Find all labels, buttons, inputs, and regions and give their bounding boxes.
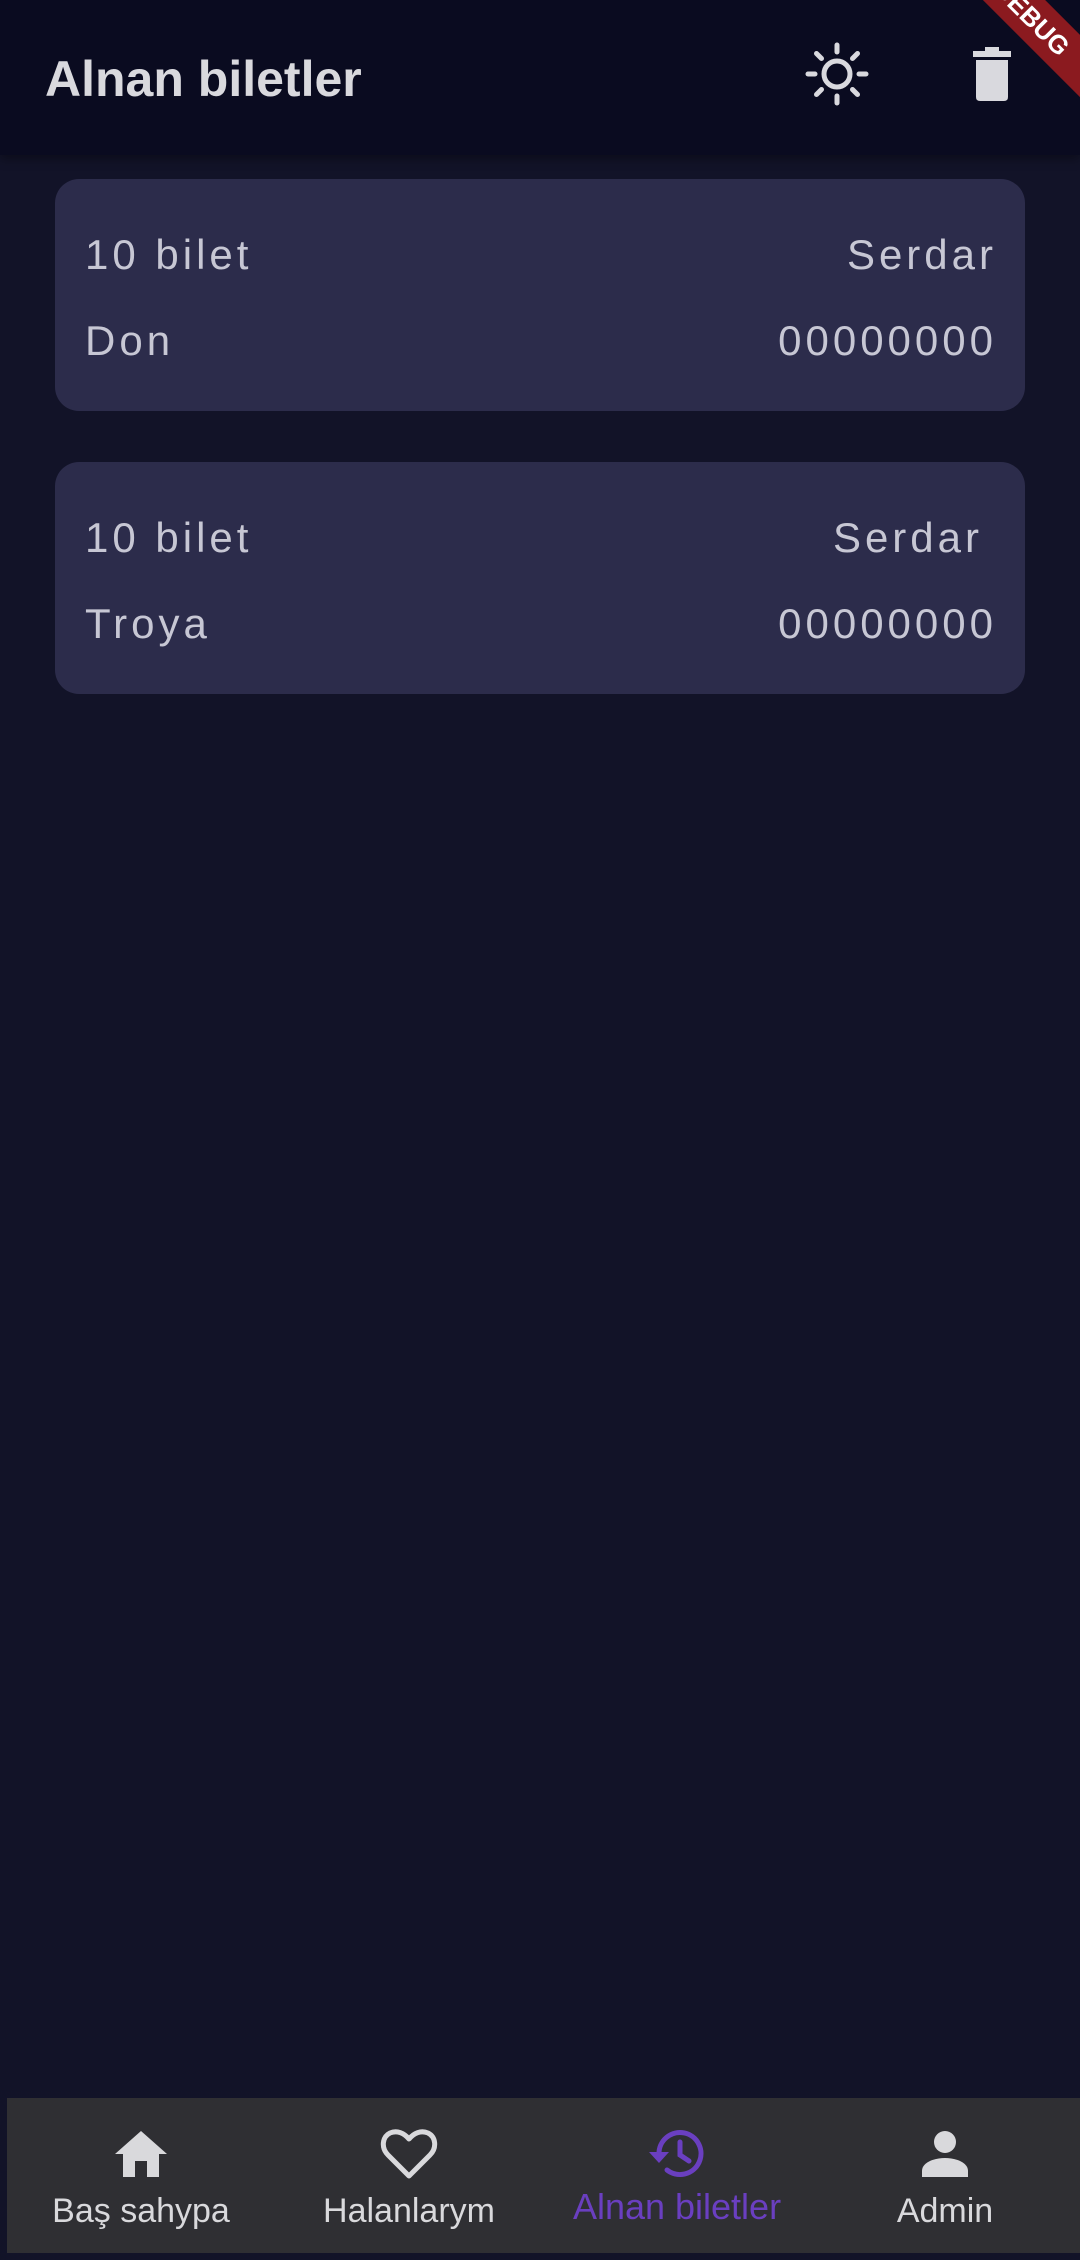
ticket-buyer-name: Serdar: [846, 231, 997, 278]
nav-item-home[interactable]: Baş sahypa: [7, 2098, 275, 2253]
nav-label-home: Baş sahypa: [52, 2192, 230, 2230]
ticket-movie: Don: [85, 317, 175, 364]
person-icon: [920, 2124, 970, 2184]
nav-label-purchased-tickets: Alnan biletler: [572, 2186, 782, 2227]
theme-toggle-button[interactable]: [792, 40, 882, 112]
nav-label-favorites: Halanlarym: [323, 2192, 495, 2230]
app-bar: Alnan biletler DEBUG: [0, 0, 1080, 155]
ticket-card[interactable]: 10 bilet Serdar Troya 00000000: [55, 462, 1025, 694]
ticket-phone: 00000000: [778, 317, 997, 364]
nav-item-purchased-tickets[interactable]: Alnan biletler: [543, 2098, 811, 2253]
debug-banner-label: DEBUG: [970, 0, 1080, 110]
debug-banner: DEBUG: [970, 0, 1080, 110]
heart-icon: [380, 2124, 438, 2184]
ticket-count: 10 bilet: [85, 231, 253, 278]
history-icon: [647, 2124, 707, 2184]
screen: Alnan biletler DEBUG 10 bilet Serdar Don…: [0, 0, 1080, 2260]
ticket-count: 10 bilet: [85, 514, 253, 561]
ticket-movie: Troya: [85, 600, 211, 647]
home-icon: [113, 2124, 169, 2184]
sun-icon: [804, 41, 870, 112]
nav-item-admin[interactable]: Admin: [811, 2098, 1079, 2253]
ticket-card[interactable]: 10 bilet Serdar Don 00000000: [55, 179, 1025, 411]
ticket-phone: 00000000: [778, 600, 997, 647]
nav-label-admin: Admin: [896, 2192, 994, 2230]
page-title: Alnan biletler: [45, 51, 362, 107]
bottom-navigation: Baş sahypa Halanlarym Alnan biletler Adm…: [7, 2098, 1080, 2253]
ticket-list: 10 bilet Serdar Don 00000000 10 bilet Se…: [55, 179, 1025, 745]
nav-item-favorites[interactable]: Halanlarym: [275, 2098, 543, 2253]
ticket-buyer-name: Serdar: [832, 514, 983, 561]
